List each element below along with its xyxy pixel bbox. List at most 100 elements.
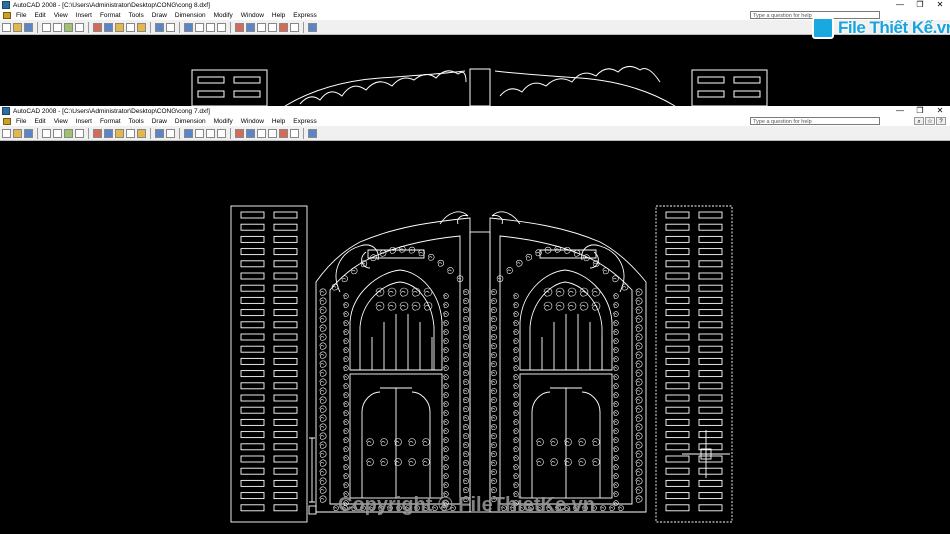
menu-help[interactable]: Help	[272, 12, 285, 19]
document-icon[interactable]	[3, 11, 11, 19]
menu-modify[interactable]: Modify	[214, 12, 233, 19]
zoom-previous-icon[interactable]	[217, 128, 226, 138]
pillar-slot	[698, 467, 723, 475]
ornament-swirl	[613, 500, 619, 506]
pillar-slot	[665, 235, 690, 243]
close-icon[interactable]: ✕	[930, 106, 950, 116]
block-editor-icon[interactable]	[137, 22, 146, 32]
new-icon[interactable]	[2, 22, 11, 32]
menu-insert[interactable]: Insert	[76, 118, 92, 125]
zoom-previous-icon[interactable]	[217, 22, 226, 32]
drawing-canvas[interactable]	[0, 142, 950, 534]
restore-icon[interactable]: ❐	[910, 106, 930, 116]
open-icon[interactable]	[13, 128, 22, 138]
markup-icon[interactable]	[279, 22, 288, 32]
print-icon[interactable]	[42, 128, 51, 138]
quickcalc-icon[interactable]	[290, 128, 299, 138]
copy-icon[interactable]	[104, 22, 113, 32]
publish-icon[interactable]	[64, 22, 73, 32]
pan-icon[interactable]	[184, 22, 193, 32]
ornament-swirl	[443, 374, 449, 380]
menu-format[interactable]: Format	[100, 118, 121, 125]
preview-icon[interactable]	[53, 128, 62, 138]
menu-express[interactable]: Express	[293, 118, 316, 125]
print-icon[interactable]	[42, 22, 51, 32]
cut-icon[interactable]	[93, 128, 102, 138]
menu-view[interactable]: View	[54, 118, 68, 125]
menu-edit[interactable]: Edit	[34, 12, 45, 19]
menu-help[interactable]: Help	[272, 118, 285, 125]
drawing-canvas[interactable]	[0, 36, 950, 106]
3d-dwf-icon[interactable]	[75, 22, 84, 32]
tool-palettes-icon[interactable]	[257, 22, 266, 32]
restore-icon[interactable]: ❐	[910, 0, 930, 10]
menu-insert[interactable]: Insert	[76, 12, 92, 19]
pillar-slot	[698, 345, 723, 353]
question-icon[interactable]: ?	[936, 117, 946, 125]
preview-icon[interactable]	[53, 22, 62, 32]
ornament-swirl	[319, 378, 327, 386]
menu-dimension[interactable]: Dimension	[175, 12, 206, 19]
pillar-slot	[273, 443, 298, 451]
minimize-icon[interactable]: —	[890, 0, 910, 10]
undo-icon[interactable]	[155, 128, 164, 138]
quickcalc-icon[interactable]	[290, 22, 299, 32]
search-icon[interactable]: ⌕	[914, 117, 924, 125]
tool-palettes-icon[interactable]	[257, 128, 266, 138]
menu-draw[interactable]: Draw	[152, 12, 167, 19]
minimize-icon[interactable]: —	[890, 106, 910, 116]
copy-icon[interactable]	[104, 128, 113, 138]
menu-window[interactable]: Window	[241, 118, 264, 125]
paste-icon[interactable]	[115, 22, 124, 32]
menu-edit[interactable]: Edit	[34, 118, 45, 125]
redo-icon[interactable]	[166, 128, 175, 138]
menu-express[interactable]: Express	[293, 12, 316, 19]
ornament-swirl	[513, 428, 519, 434]
save-icon[interactable]	[24, 128, 33, 138]
publish-icon[interactable]	[64, 128, 73, 138]
pan-icon[interactable]	[184, 128, 193, 138]
properties-icon[interactable]	[235, 128, 244, 138]
zoom-window-icon[interactable]	[206, 128, 215, 138]
redo-icon[interactable]	[166, 22, 175, 32]
ornament-swirl	[613, 365, 619, 371]
menu-modify[interactable]: Modify	[214, 118, 233, 125]
menu-tools[interactable]: Tools	[129, 12, 144, 19]
zoom-realtime-icon[interactable]	[195, 22, 204, 32]
design-center-icon[interactable]	[246, 22, 255, 32]
left-lower-bars	[361, 388, 431, 498]
zoom-realtime-icon[interactable]	[195, 128, 204, 138]
design-center-icon[interactable]	[246, 128, 255, 138]
markup-icon[interactable]	[279, 128, 288, 138]
match-properties-icon[interactable]	[126, 128, 135, 138]
menu-tools[interactable]: Tools	[129, 118, 144, 125]
help-icon[interactable]	[308, 22, 317, 32]
ornament-swirl	[613, 383, 619, 389]
help-search-input[interactable]: Type a question for help	[750, 117, 880, 125]
menu-view[interactable]: View	[54, 12, 68, 19]
sheet-set-icon[interactable]	[268, 128, 277, 138]
save-icon[interactable]	[24, 22, 33, 32]
menu-file[interactable]: File	[16, 12, 26, 19]
cut-icon[interactable]	[93, 22, 102, 32]
menu-file[interactable]: File	[16, 118, 26, 125]
document-icon[interactable]	[3, 117, 11, 125]
undo-icon[interactable]	[155, 22, 164, 32]
menu-format[interactable]: Format	[100, 12, 121, 19]
match-properties-icon[interactable]	[126, 22, 135, 32]
paste-icon[interactable]	[115, 128, 124, 138]
close-icon[interactable]: ✕	[930, 0, 950, 10]
block-editor-icon[interactable]	[137, 128, 146, 138]
help-icon[interactable]	[308, 128, 317, 138]
3d-dwf-icon[interactable]	[75, 128, 84, 138]
star-icon[interactable]: ☆	[925, 117, 935, 125]
properties-icon[interactable]	[235, 22, 244, 32]
pillar-slot	[665, 406, 690, 414]
menu-draw[interactable]: Draw	[152, 118, 167, 125]
open-icon[interactable]	[13, 22, 22, 32]
new-icon[interactable]	[2, 128, 11, 138]
zoom-window-icon[interactable]	[206, 22, 215, 32]
sheet-set-icon[interactable]	[268, 22, 277, 32]
menu-window[interactable]: Window	[241, 12, 264, 19]
menu-dimension[interactable]: Dimension	[175, 118, 206, 125]
